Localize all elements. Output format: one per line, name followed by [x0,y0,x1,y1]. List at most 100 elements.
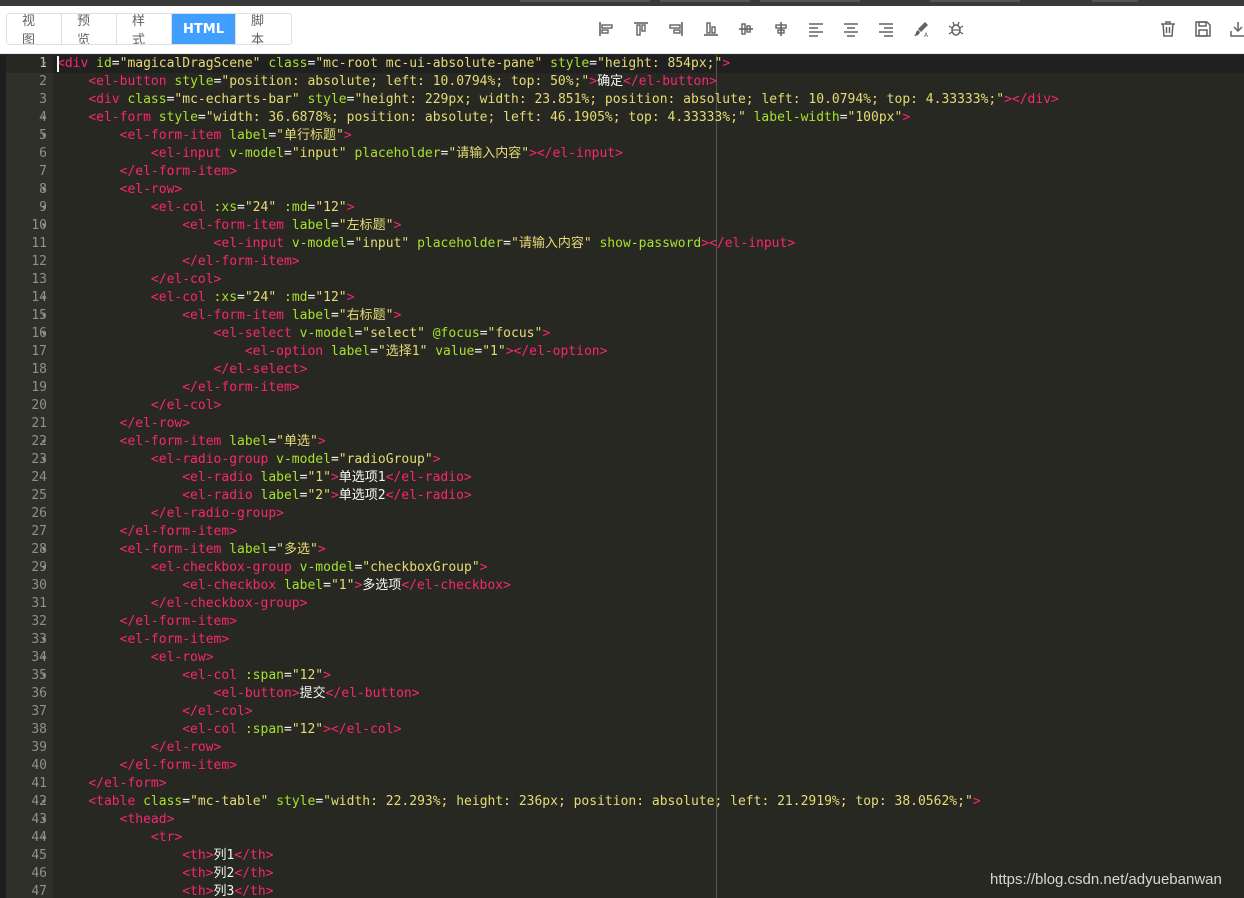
code-line[interactable]: <th>列2</th> [57,865,273,883]
code-token: style [174,74,214,89]
align-right-icon[interactable] [658,16,693,42]
code-line[interactable]: </el-form-item> [57,379,299,397]
code-line[interactable]: </el-radio-group> [57,505,284,523]
line-number: 3 [39,92,47,107]
code-line[interactable]: <el-form-item label="右标题"> [57,307,401,325]
code-line[interactable]: <el-radio-group v-model="radioGroup"> [57,451,441,469]
code-token: <el-form-item [119,542,222,557]
code-token: </el-input> [536,146,623,161]
code-line[interactable]: </el-col> [57,703,252,721]
text-align-center-icon[interactable] [833,16,868,42]
code-line[interactable]: </el-form> [57,775,166,793]
vertical-center-icon[interactable] [728,16,763,42]
code-line[interactable]: <div class="mc-echarts-bar" style="heigh… [57,91,1059,109]
fold-toggle-icon[interactable]: ▾ [42,311,46,320]
code-line[interactable]: </el-row> [57,415,190,433]
code-line[interactable]: </el-form-item> [57,613,237,631]
code-line[interactable]: <el-col :span="12"></el-col> [57,721,401,739]
code-line[interactable]: </el-form-item> [57,253,299,271]
fold-toggle-icon[interactable]: ▾ [42,59,46,68]
code-line[interactable]: </el-checkbox-group> [57,595,308,613]
code-token: label [283,578,324,593]
code-line[interactable]: <el-form-item> [57,631,230,649]
download-icon[interactable] [1220,16,1244,42]
fold-toggle-icon[interactable]: ▾ [42,671,46,680]
align-top-icon[interactable] [623,16,658,42]
fold-toggle-icon[interactable]: ▾ [42,185,46,194]
code-token: "select" [362,326,425,341]
code-line[interactable]: <el-row> [57,649,214,667]
code-line[interactable]: <el-form-item label="左标题"> [57,217,401,235]
align-left-icon[interactable] [588,16,623,42]
tab-5[interactable]: 脚本 [236,14,291,44]
text-align-left-icon[interactable] [798,16,833,42]
fold-toggle-icon[interactable]: ▾ [42,653,46,662]
fold-toggle-icon[interactable]: ▾ [42,131,46,140]
tab-2[interactable]: 预览 [62,14,117,44]
fold-toggle-icon[interactable]: ▾ [42,815,46,824]
code-line[interactable]: <el-input v-model="input" placeholder="请… [57,235,796,253]
code-line[interactable]: </el-row> [57,739,221,757]
fold-toggle-icon[interactable]: ▾ [42,635,46,644]
code-editor[interactable]: i 1▾234▾5▾678▾9▾10▾11121314▾15▾16▾171819… [6,55,1244,898]
code-line[interactable]: <thead> [57,811,175,829]
code-line[interactable]: <el-col :xs="24" :md="12"> [57,289,355,307]
code-line[interactable]: <el-option label="选择1" value="1"></el-op… [57,343,608,361]
horizontal-center-icon[interactable] [763,16,798,42]
code-line[interactable]: <el-select v-model="select" @focus="focu… [57,325,551,343]
code-line[interactable]: </el-select> [57,361,308,379]
code-line[interactable]: <tr> [57,829,182,847]
brush-icon[interactable]: A [903,16,938,42]
text-align-right-icon[interactable] [868,16,903,42]
bug-icon[interactable] [938,16,973,42]
code-line[interactable]: </el-form-item> [57,757,237,775]
code-line[interactable]: <el-radio label="2">单选项2</el-radio> [57,487,471,505]
fold-toggle-icon[interactable]: ▾ [42,455,46,464]
code-line[interactable]: <div id="magicalDragScene" class="mc-roo… [57,55,730,73]
code-token: style [550,56,590,71]
fold-toggle-icon[interactable]: ▾ [42,545,46,554]
line-number: 31 [31,596,47,611]
fold-toggle-icon[interactable]: ▾ [42,437,46,446]
code-token: "focus" [487,326,543,341]
code-token: = [503,236,511,251]
code-line[interactable]: <el-radio label="1">单选项1</el-radio> [57,469,471,487]
code-line[interactable]: <el-form-item label="多选"> [57,541,326,559]
code-line[interactable]: <el-col :span="12"> [57,667,331,685]
code-line[interactable]: <el-form-item label="单行标题"> [57,127,352,145]
code-line[interactable]: <el-col :xs="24" :md="12"> [57,199,355,217]
code-token: = [370,344,378,359]
fold-toggle-icon[interactable]: ▾ [42,293,46,302]
code-line[interactable]: </el-form-item> [57,163,237,181]
fold-toggle-icon[interactable]: ▾ [42,563,46,572]
fold-toggle-icon[interactable]: ▾ [42,203,46,212]
tab-4[interactable]: HTML [172,14,236,44]
code-line[interactable]: <th>列1</th> [57,847,273,865]
save-icon[interactable] [1185,16,1220,42]
fold-toggle-icon[interactable]: ▾ [42,221,46,230]
code-line[interactable]: <el-checkbox label="1">多选项</el-checkbox> [57,577,511,595]
code-line[interactable]: <el-form style="width: 36.6878%; positio… [57,109,910,127]
code-line[interactable]: <el-form-item label="单选"> [57,433,326,451]
code-line[interactable]: <el-checkbox-group v-model="checkboxGrou… [57,559,488,577]
code-line[interactable]: <el-button style="position: absolute; le… [57,73,717,91]
code-line[interactable]: </el-col> [57,271,221,289]
fold-toggle-icon[interactable]: ▾ [42,329,46,338]
fold-toggle-icon[interactable]: ▾ [42,833,46,842]
code-line[interactable]: <th>列3</th> [57,883,273,898]
code-line[interactable]: <el-button>提交</el-button> [57,685,420,703]
fold-toggle-icon[interactable]: ▾ [42,113,46,122]
code-line[interactable]: <el-input v-model="input" placeholder="请… [57,145,623,163]
code-token: @focus [432,326,480,341]
fold-toggle-icon[interactable]: ▾ [42,797,46,806]
code-line[interactable]: </el-form-item> [57,523,237,541]
code-line[interactable]: <el-row> [57,181,183,199]
delete-icon[interactable] [1150,16,1185,42]
tab-3[interactable]: 样式 [117,14,172,44]
code-line[interactable]: <table class="mc-table" style="width: 22… [57,793,980,811]
code-line[interactable]: </el-col> [57,397,221,415]
align-bottom-icon[interactable] [693,16,728,42]
tab-1[interactable]: 视图 [7,14,62,44]
